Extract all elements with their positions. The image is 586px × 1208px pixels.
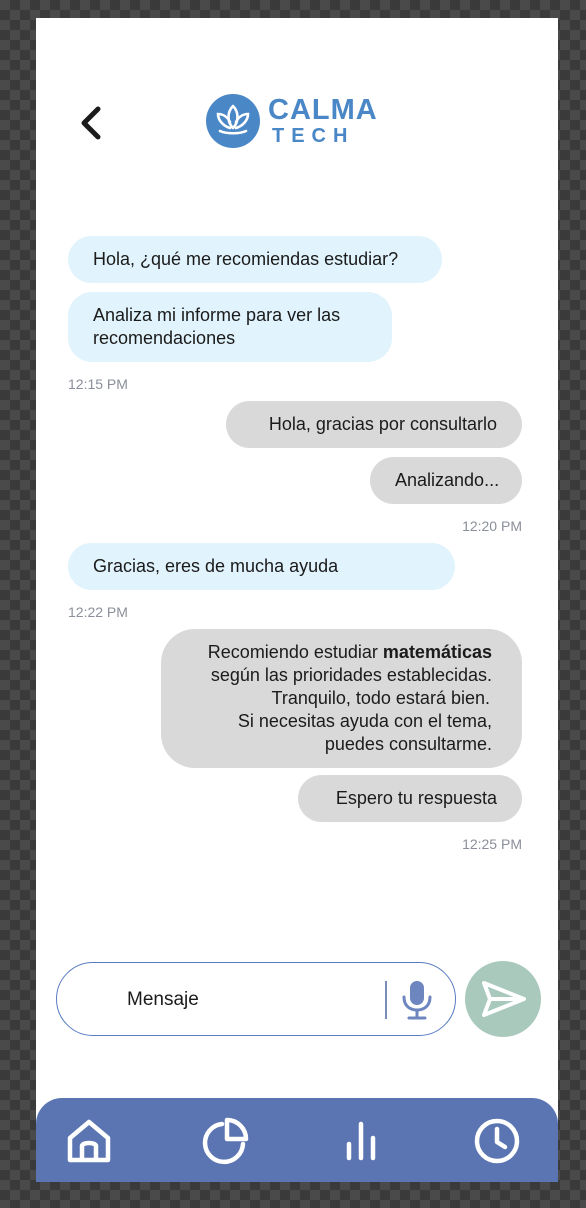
send-button[interactable]: [465, 961, 541, 1037]
clock-icon: [474, 1118, 520, 1164]
nav-reports[interactable]: [336, 1116, 386, 1166]
message-text: Analiza mi informe para ver las: [93, 305, 341, 325]
message-timestamp: 12:15 PM: [68, 376, 128, 392]
microphone-icon: [402, 981, 432, 1020]
message-text: según las prioridades establecidas.: [210, 665, 492, 685]
message-outgoing: Hola, gracias por consultarlo: [226, 401, 522, 448]
message-timestamp: 12:22 PM: [68, 604, 128, 620]
bar-chart-icon: [346, 1121, 376, 1161]
message-timestamp: 12:20 PM: [462, 518, 522, 534]
send-icon: [482, 981, 526, 1017]
lotus-icon: [206, 94, 260, 148]
phone-screen: CALMA TECH Hola, ¿qué me recomiendas est…: [36, 18, 558, 1182]
chevron-left-icon: [81, 106, 101, 140]
message-text: Gracias, eres de mucha ayuda: [93, 556, 339, 576]
brand-subtitle: TECH: [272, 125, 355, 147]
app-logo: CALMA TECH: [206, 94, 378, 148]
message-text: Recomiendo estudiar: [207, 642, 378, 662]
message-timestamp: 12:25 PM: [462, 836, 522, 852]
bottom-navigation: [36, 1098, 558, 1182]
nav-statistics[interactable]: [200, 1116, 250, 1166]
pie-chart-icon: [202, 1117, 249, 1165]
message-outgoing: Espero tu respuesta: [298, 775, 522, 822]
message-incoming: Gracias, eres de mucha ayuda: [68, 543, 455, 590]
message-text: Hola, ¿qué me recomiendas estudiar?: [93, 249, 399, 269]
message-text: puedes consultarme.: [324, 734, 492, 754]
message-text: Si necesitas ayuda con el tema,: [237, 711, 492, 731]
nav-home[interactable]: [64, 1116, 114, 1166]
message-text: Espero tu respuesta: [335, 788, 497, 808]
message-text: Hola, gracias por consultarlo: [268, 414, 497, 434]
message-input[interactable]: Mensaje: [56, 962, 456, 1036]
message-text: Analizando...: [395, 470, 500, 490]
brand-name: CALMA: [268, 94, 378, 126]
back-button[interactable]: [76, 104, 108, 144]
microphone-button[interactable]: [399, 979, 435, 1021]
message-outgoing: Recomiendo estudiar matemáticas según la…: [161, 629, 522, 768]
message-text: recomendaciones: [93, 328, 236, 348]
message-input-text[interactable]: Mensaje: [127, 989, 199, 1011]
home-icon: [67, 1119, 111, 1163]
message-text: Tranquilo, todo estará bien.: [271, 688, 490, 708]
message-incoming: Hola, ¿qué me recomiendas estudiar?: [68, 236, 442, 283]
nav-history[interactable]: [472, 1116, 522, 1166]
message-incoming: Analiza mi informe para ver las recomend…: [68, 292, 392, 362]
input-divider: [385, 981, 387, 1019]
message-outgoing: Analizando...: [370, 457, 522, 504]
message-emphasis: matemáticas: [382, 642, 492, 662]
